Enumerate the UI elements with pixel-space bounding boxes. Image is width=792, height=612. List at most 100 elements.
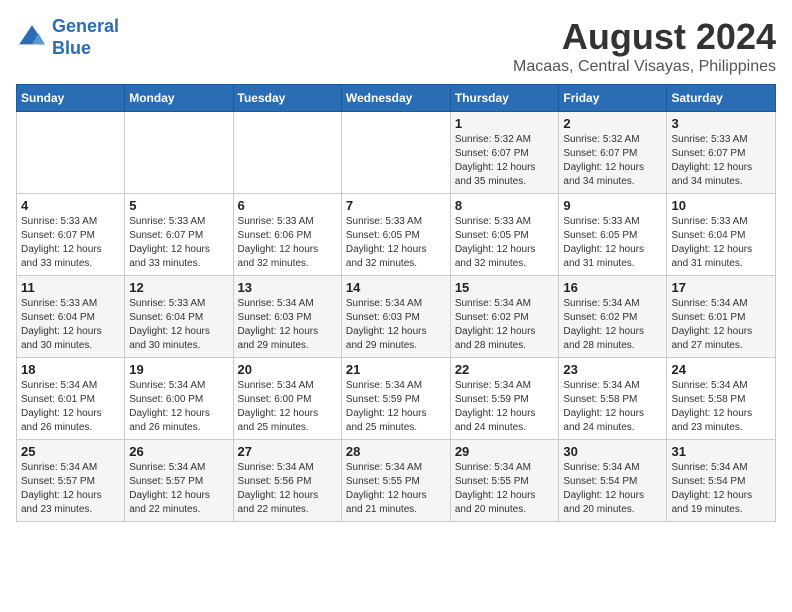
day-number: 7	[346, 198, 446, 213]
calendar-cell: 24 Sunrise: 5:34 AM Sunset: 5:58 PM Dayli…	[667, 358, 776, 440]
calendar-cell: 5 Sunrise: 5:33 AM Sunset: 6:07 PM Daylig…	[125, 194, 233, 276]
day-info: Sunrise: 5:34 AM Sunset: 5:58 PM Dayligh…	[671, 379, 771, 435]
day-number: 31	[671, 444, 771, 459]
day-info: Sunrise: 5:34 AM Sunset: 6:00 PM Dayligh…	[238, 379, 337, 435]
day-info: Sunrise: 5:32 AM Sunset: 6:07 PM Dayligh…	[455, 133, 555, 189]
day-info: Sunrise: 5:33 AM Sunset: 6:07 PM Dayligh…	[129, 215, 228, 271]
calendar-cell: 20 Sunrise: 5:34 AM Sunset: 6:00 PM Dayli…	[233, 358, 341, 440]
calendar-cell: 27 Sunrise: 5:34 AM Sunset: 5:56 PM Dayli…	[233, 440, 341, 522]
logo-icon	[16, 22, 48, 54]
day-number: 13	[238, 280, 337, 295]
day-info: Sunrise: 5:33 AM Sunset: 6:07 PM Dayligh…	[21, 215, 120, 271]
calendar-cell	[233, 112, 341, 194]
day-number: 25	[21, 444, 120, 459]
day-number: 9	[563, 198, 662, 213]
calendar-cell	[341, 112, 450, 194]
day-number: 2	[563, 116, 662, 131]
day-number: 1	[455, 116, 555, 131]
calendar-cell: 25Sunrise: 5:34 AM Sunset: 5:57 PM Dayli…	[17, 440, 125, 522]
page-subtitle: Macaas, Central Visayas, Philippines	[513, 58, 776, 76]
day-info: Sunrise: 5:32 AM Sunset: 6:07 PM Dayligh…	[563, 133, 662, 189]
calendar-cell: 28 Sunrise: 5:34 AM Sunset: 5:55 PM Dayli…	[341, 440, 450, 522]
day-number: 17	[671, 280, 771, 295]
calendar-cell: 22 Sunrise: 5:34 AM Sunset: 5:59 PM Dayli…	[450, 358, 559, 440]
day-info: Sunrise: 5:34 AM Sunset: 5:58 PM Dayligh…	[563, 379, 662, 435]
page-title: August 2024	[513, 16, 776, 58]
day-info: Sunrise: 5:34 AM Sunset: 6:01 PM Dayligh…	[671, 297, 771, 353]
day-number: 4	[21, 198, 120, 213]
day-number: 12	[129, 280, 228, 295]
logo-line1: General	[52, 16, 119, 36]
day-info: Sunrise: 5:34 AM Sunset: 5:55 PM Dayligh…	[455, 461, 555, 517]
day-number: 28	[346, 444, 446, 459]
calendar-cell: 18 Sunrise: 5:34 AM Sunset: 6:01 PM Dayli…	[17, 358, 125, 440]
calendar-cell: 30 Sunrise: 5:34 AM Sunset: 5:54 PM Dayli…	[559, 440, 667, 522]
day-number: 30	[563, 444, 662, 459]
day-info: Sunrise: 5:33 AM Sunset: 6:04 PM Dayligh…	[21, 297, 120, 353]
day-info: Sunrise: 5:33 AM Sunset: 6:05 PM Dayligh…	[346, 215, 446, 271]
day-info: Sunrise: 5:34 AM Sunset: 5:54 PM Dayligh…	[671, 461, 771, 517]
calendar-cell: 6Sunrise: 5:33 AM Sunset: 6:06 PM Daylig…	[233, 194, 341, 276]
day-info: Sunrise: 5:34 AM Sunset: 6:02 PM Dayligh…	[455, 297, 555, 353]
calendar-cell	[125, 112, 233, 194]
calendar-cell: 26 Sunrise: 5:34 AM Sunset: 5:57 PM Dayli…	[125, 440, 233, 522]
day-number: 24	[671, 362, 771, 377]
calendar-cell: 9 Sunrise: 5:33 AM Sunset: 6:05 PM Daylig…	[559, 194, 667, 276]
day-info: Sunrise: 5:34 AM Sunset: 5:59 PM Dayligh…	[455, 379, 555, 435]
calendar-cell	[17, 112, 125, 194]
calendar-cell: 21Sunrise: 5:34 AM Sunset: 5:59 PM Dayli…	[341, 358, 450, 440]
calendar-cell: 19Sunrise: 5:34 AM Sunset: 6:00 PM Dayli…	[125, 358, 233, 440]
day-number: 11	[21, 280, 120, 295]
calendar-cell: 15 Sunrise: 5:34 AM Sunset: 6:02 PM Dayli…	[450, 276, 559, 358]
calendar-cell: 13 Sunrise: 5:34 AM Sunset: 6:03 PM Dayli…	[233, 276, 341, 358]
calendar-cell: 17 Sunrise: 5:34 AM Sunset: 6:01 PM Dayli…	[667, 276, 776, 358]
calendar-cell: 29Sunrise: 5:34 AM Sunset: 5:55 PM Dayli…	[450, 440, 559, 522]
day-number: 22	[455, 362, 555, 377]
logo: General Blue	[16, 16, 119, 59]
day-number: 8	[455, 198, 555, 213]
day-info: Sunrise: 5:33 AM Sunset: 6:06 PM Dayligh…	[238, 215, 337, 271]
day-info: Sunrise: 5:34 AM Sunset: 6:03 PM Dayligh…	[346, 297, 446, 353]
day-info: Sunrise: 5:33 AM Sunset: 6:04 PM Dayligh…	[671, 215, 771, 271]
day-number: 16	[563, 280, 662, 295]
weekday-header-saturday: Saturday	[667, 85, 776, 112]
weekday-header-tuesday: Tuesday	[233, 85, 341, 112]
day-info: Sunrise: 5:34 AM Sunset: 5:59 PM Dayligh…	[346, 379, 446, 435]
day-info: Sunrise: 5:33 AM Sunset: 6:04 PM Dayligh…	[129, 297, 228, 353]
day-info: Sunrise: 5:34 AM Sunset: 6:01 PM Dayligh…	[21, 379, 120, 435]
day-number: 27	[238, 444, 337, 459]
calendar-cell: 1 Sunrise: 5:32 AM Sunset: 6:07 PM Daylig…	[450, 112, 559, 194]
day-info: Sunrise: 5:34 AM Sunset: 6:02 PM Dayligh…	[563, 297, 662, 353]
weekday-header-wednesday: Wednesday	[341, 85, 450, 112]
calendar-cell: 10 Sunrise: 5:33 AM Sunset: 6:04 PM Dayli…	[667, 194, 776, 276]
page-header: General Blue August 2024 Macaas, Central…	[16, 16, 776, 76]
day-info: Sunrise: 5:34 AM Sunset: 6:03 PM Dayligh…	[238, 297, 337, 353]
day-number: 19	[129, 362, 228, 377]
day-number: 15	[455, 280, 555, 295]
day-info: Sunrise: 5:34 AM Sunset: 5:57 PM Dayligh…	[129, 461, 228, 517]
day-number: 18	[21, 362, 120, 377]
day-info: Sunrise: 5:33 AM Sunset: 6:05 PM Dayligh…	[563, 215, 662, 271]
calendar-cell: 8Sunrise: 5:33 AM Sunset: 6:05 PM Daylig…	[450, 194, 559, 276]
day-number: 10	[671, 198, 771, 213]
weekday-header-sunday: Sunday	[17, 85, 125, 112]
calendar-cell: 14 Sunrise: 5:34 AM Sunset: 6:03 PM Dayli…	[341, 276, 450, 358]
title-block: August 2024 Macaas, Central Visayas, Phi…	[513, 16, 776, 76]
calendar-cell: 2 Sunrise: 5:32 AM Sunset: 6:07 PM Daylig…	[559, 112, 667, 194]
day-number: 23	[563, 362, 662, 377]
day-info: Sunrise: 5:34 AM Sunset: 5:55 PM Dayligh…	[346, 461, 446, 517]
calendar-cell: 31 Sunrise: 5:34 AM Sunset: 5:54 PM Dayli…	[667, 440, 776, 522]
calendar-cell: 16 Sunrise: 5:34 AM Sunset: 6:02 PM Dayli…	[559, 276, 667, 358]
calendar-cell: 4 Sunrise: 5:33 AM Sunset: 6:07 PM Daylig…	[17, 194, 125, 276]
weekday-header-monday: Monday	[125, 85, 233, 112]
calendar-cell: 7 Sunrise: 5:33 AM Sunset: 6:05 PM Daylig…	[341, 194, 450, 276]
weekday-header-friday: Friday	[559, 85, 667, 112]
calendar-cell: 12 Sunrise: 5:33 AM Sunset: 6:04 PM Dayli…	[125, 276, 233, 358]
day-info: Sunrise: 5:33 AM Sunset: 6:07 PM Dayligh…	[671, 133, 771, 189]
day-number: 5	[129, 198, 228, 213]
day-info: Sunrise: 5:34 AM Sunset: 5:56 PM Dayligh…	[238, 461, 337, 517]
day-number: 26	[129, 444, 228, 459]
day-number: 20	[238, 362, 337, 377]
day-number: 14	[346, 280, 446, 295]
day-info: Sunrise: 5:34 AM Sunset: 5:54 PM Dayligh…	[563, 461, 662, 517]
